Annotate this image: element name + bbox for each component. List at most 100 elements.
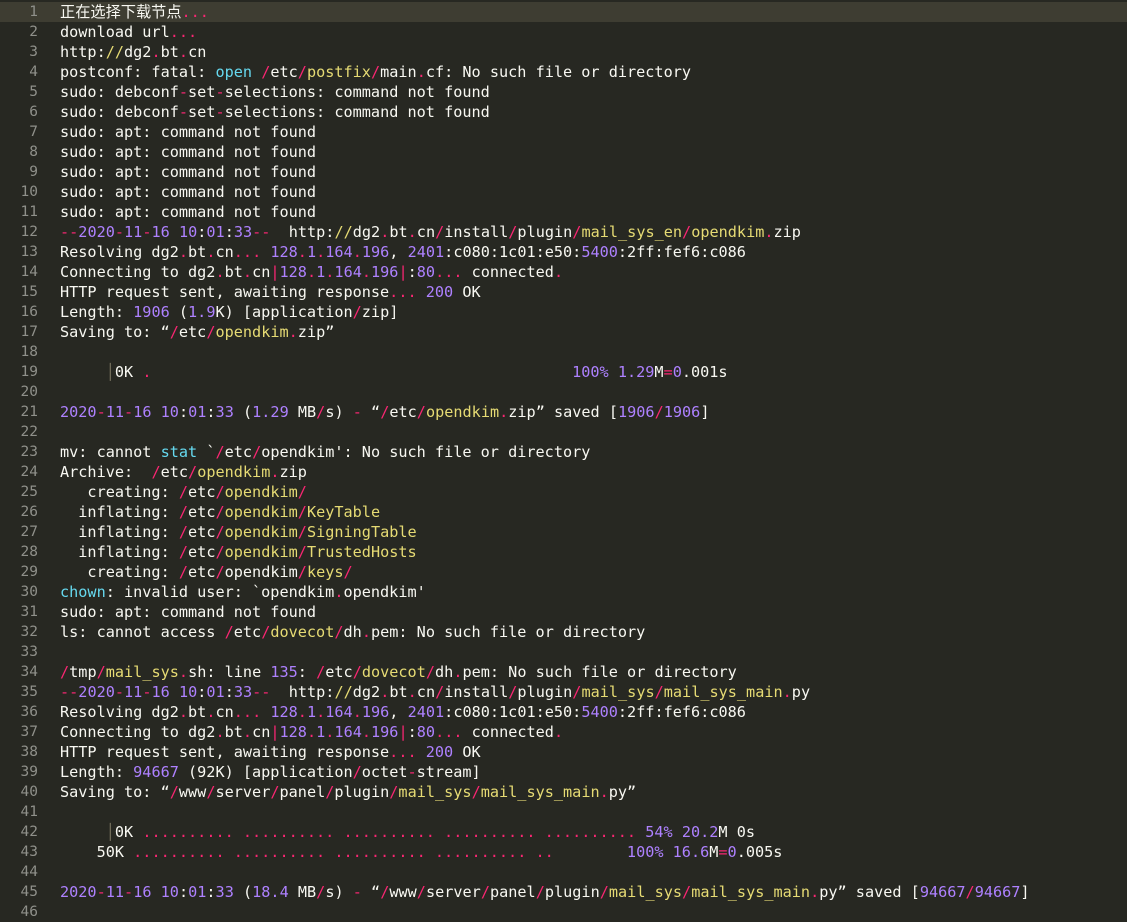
code-line[interactable]: 16 Length: 1906 (1.9K) [application/zip] (0, 302, 1127, 322)
code-line[interactable]: 39 Length: 94667 (92K) [application/octet… (0, 762, 1127, 782)
code-editor[interactable]: 1 正在选择下载节点... 2 download url... 3 http://dg2.… (0, 0, 1127, 921)
code-token: stat (160, 443, 198, 461)
code-token: 2020 (78, 683, 115, 701)
code-line[interactable]: 12 --2020-11-16 10:01:33-- http://dg2.bt.… (0, 222, 1127, 242)
code-line[interactable]: 24 Archive: /etc/opendkim.zip (0, 462, 1127, 482)
code-token: - (215, 83, 225, 101)
code-token: ( (233, 403, 253, 421)
code-token: 196 (371, 723, 399, 741)
code-token: 1906 (618, 403, 655, 421)
code-token: 11 (124, 223, 143, 241)
code-token: HTTP request sent, awaiting response (60, 283, 390, 301)
code-token: selections: command not found (224, 83, 490, 101)
code-line[interactable]: 46 (0, 902, 1127, 922)
code-token: 1906 (133, 303, 170, 321)
code-token: 20.2 (681, 823, 719, 841)
code-token: // (334, 223, 353, 241)
code-line[interactable]: 9 sudo: apt: command not found (0, 162, 1127, 182)
code-line[interactable]: 28 inflating: /etc/opendkim/TrustedHosts (0, 542, 1127, 562)
code-line[interactable]: 30 chown: invalid user: `opendkim.opendki… (0, 582, 1127, 602)
line-number: 38 (20, 744, 38, 760)
code-line[interactable]: 41 (0, 802, 1127, 822)
code-line[interactable]: 14 Connecting to dg2.bt.cn|128.1.164.196|… (0, 262, 1127, 282)
line-number: 17 (20, 324, 38, 340)
code-token: sudo: apt: command not found (60, 183, 317, 201)
code-token: pem: No such file or directory (370, 623, 646, 641)
code-line[interactable]: 11 sudo: apt: command not found (0, 202, 1127, 222)
code-line[interactable]: 4 postconf: fatal: open /etc/postfix/main… (0, 62, 1127, 82)
line-text: creating: /etc/opendkim/keys/ (60, 562, 352, 582)
code-line[interactable]: 31 sudo: apt: command not found (0, 602, 1127, 622)
code-line[interactable]: 36 Resolving dg2.bt.cn... 128.1.164.196, … (0, 702, 1127, 722)
code-line[interactable]: 37 Connecting to dg2.bt.cn|128.1.164.196|… (0, 722, 1127, 742)
code-token: . (215, 723, 225, 741)
code-line[interactable]: 18 (0, 342, 1127, 362)
code-token: inflating: (60, 503, 179, 521)
line-text: ls: cannot access /etc/dovecot/dh.pem: N… (60, 622, 645, 642)
code-line[interactable]: 1 正在选择下载节点... (0, 2, 1127, 22)
code-line[interactable]: 42 │0K .......... .......... .......... … (0, 822, 1127, 842)
code-line[interactable]: 25 creating: /etc/opendkim/ (0, 482, 1127, 502)
line-number: 30 (20, 584, 38, 600)
code-line[interactable]: 34/tmp/mail_sys.sh: line 135: /etc/dovec… (0, 662, 1127, 682)
code-line[interactable]: 21 2020-11-16 10:01:33 (1.29 MB/s) - “/et… (0, 402, 1127, 422)
code-token: 164 (334, 723, 362, 741)
code-token: plugin (334, 783, 390, 801)
code-token: ... (181, 3, 209, 21)
code-token: . (380, 223, 390, 241)
code-line[interactable]: 45 2020-11-16 10:01:33 (18.4 MB/s) - “/ww… (0, 882, 1127, 902)
code-token: - (178, 103, 189, 121)
code-token: | (398, 723, 408, 741)
code-token: etc (233, 623, 262, 641)
code-line[interactable]: 44 (0, 862, 1127, 882)
code-line[interactable]: 7 sudo: apt: command not found (0, 122, 1127, 142)
code-token: server (425, 883, 481, 901)
code-line[interactable]: 22 (0, 422, 1127, 442)
code-line[interactable]: 10 sudo: apt: command not found (0, 182, 1127, 202)
code-line[interactable]: 19 │0K . 100% 1.29M=0.001s (0, 362, 1127, 382)
code-token: 正在选择下载节点 (60, 3, 182, 21)
code-line[interactable]: 5 sudo: debconf-set-selections: command n… (0, 82, 1127, 102)
code-line[interactable]: 2 download url... (0, 22, 1127, 42)
code-line[interactable]: 43 50K .......... .......... .......... … (0, 842, 1127, 862)
code-token: 33 (215, 883, 234, 901)
code-line[interactable]: 6 sudo: debconf-set-selections: command n… (0, 102, 1127, 122)
line-number: 12 (20, 224, 38, 240)
code-line[interactable]: 23 mv: cannot stat `/etc/opendkim': No su… (0, 442, 1127, 462)
code-token: sudo: apt: command not found (60, 203, 317, 221)
code-token: ... (233, 243, 271, 261)
code-token: open (215, 63, 253, 81)
code-line[interactable]: 3 http://dg2.bt.cn (0, 42, 1127, 62)
code-token: http: (60, 43, 106, 61)
code-token: panel (279, 783, 326, 801)
code-token: 128 (279, 723, 307, 741)
code-token: ... (435, 723, 472, 741)
code-line[interactable]: 20 (0, 382, 1127, 402)
code-token: OK (453, 283, 481, 301)
code-line[interactable]: 35 --2020-11-16 10:01:33-- http://dg2.bt.… (0, 682, 1127, 702)
code-line[interactable]: 29 creating: /etc/opendkim/keys/ (0, 562, 1127, 582)
code-token: etc (178, 323, 207, 341)
code-token: plugin (544, 883, 600, 901)
code-token: / (370, 63, 381, 81)
code-token: cn (416, 223, 436, 241)
code-line[interactable]: 33 (0, 642, 1127, 662)
code-token: 2401 (407, 243, 445, 261)
code-line[interactable]: 27 inflating: /etc/opendkim/SigningTable (0, 522, 1127, 542)
line-text: sudo: apt: command not found (60, 122, 316, 142)
code-line[interactable]: 8 sudo: apt: command not found (0, 142, 1127, 162)
code-line[interactable]: 26 inflating: /etc/opendkim/KeyTable (0, 502, 1127, 522)
code-line[interactable]: 38 HTTP request sent, awaiting response..… (0, 742, 1127, 762)
code-line[interactable]: 15 HTTP request sent, awaiting response..… (0, 282, 1127, 302)
code-token: install (444, 223, 509, 241)
code-line[interactable]: 32 ls: cannot access /etc/dovecot/dh.pem:… (0, 622, 1127, 642)
code-token: sudo: debconf (60, 83, 179, 101)
code-token: . (306, 263, 317, 281)
code-line[interactable]: 17 Saving to: “/etc/opendkim.zip” (0, 322, 1127, 342)
code-token: / (96, 663, 106, 681)
code-line[interactable]: 13 Resolving dg2.bt.cn... 128.1.164.196, … (0, 242, 1127, 262)
code-token: . (178, 703, 189, 721)
code-line[interactable]: 40 Saving to: “/www/server/panel/plugin/m… (0, 782, 1127, 802)
code-token: cn (252, 723, 271, 741)
code-token: / (380, 883, 390, 901)
